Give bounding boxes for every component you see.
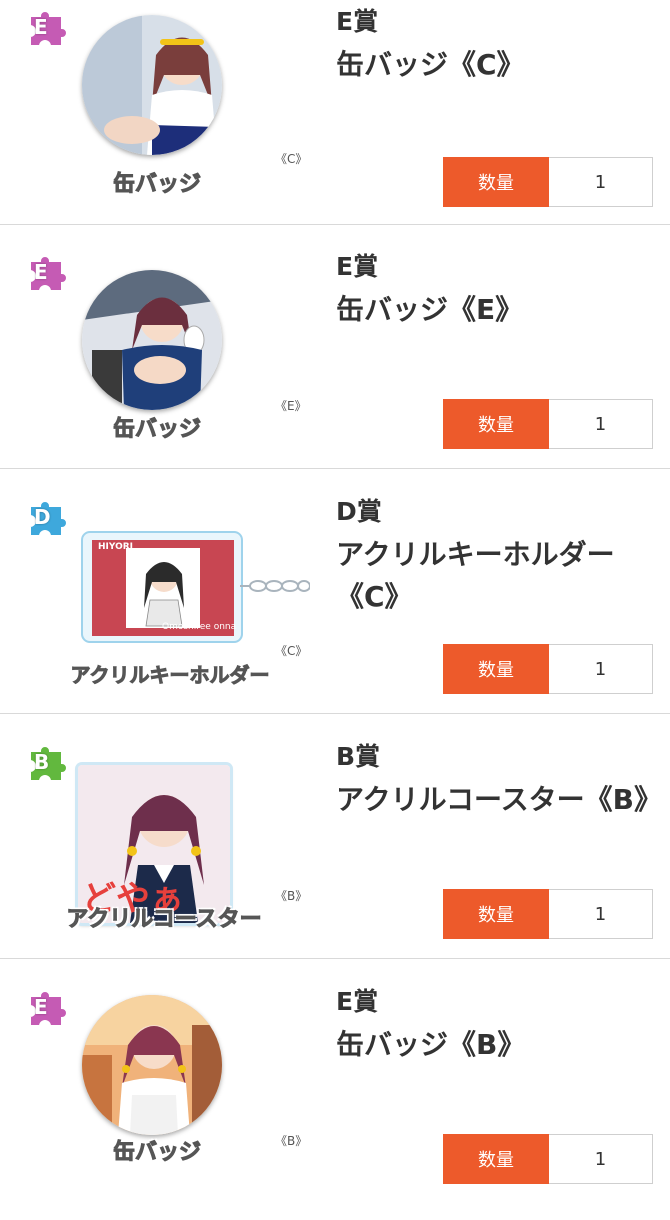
list-item: B どやぁ アクリルコースター 《B》 B賞 アクリルコースター《B》 数量 1 bbox=[0, 715, 670, 959]
rank-letter: E bbox=[34, 15, 48, 39]
product-name: アクリルコースター《B》 bbox=[336, 783, 662, 816]
quantity-label: 数量 bbox=[443, 1134, 549, 1184]
list-item: D HIYORI Omoshiree onna アクリルキーホルダー 《C》 D… bbox=[0, 470, 670, 714]
quantity-label: 数量 bbox=[443, 157, 549, 207]
quantity-input[interactable]: 1 bbox=[549, 1134, 653, 1184]
product-name: 缶バッジ《C》 bbox=[336, 48, 525, 81]
quantity-control: 数量 1 bbox=[443, 889, 653, 939]
rank-badge: E bbox=[24, 6, 70, 52]
quantity-control: 数量 1 bbox=[443, 644, 653, 694]
quantity-input[interactable]: 1 bbox=[549, 889, 653, 939]
variant-code: 《E》 bbox=[275, 399, 307, 413]
quantity-label: 数量 bbox=[443, 399, 549, 449]
quantity-control: 数量 1 bbox=[443, 157, 653, 207]
variant-code: 《C》 bbox=[275, 152, 308, 166]
can-badge-illustration bbox=[82, 15, 222, 155]
product-name: 缶バッジ《B》 bbox=[336, 1028, 526, 1061]
rank-letter: E bbox=[34, 260, 48, 284]
rank-badge: B bbox=[24, 741, 70, 787]
prize-name: E賞 bbox=[336, 252, 379, 281]
quantity-input[interactable]: 1 bbox=[549, 157, 653, 207]
quantity-label: 数量 bbox=[443, 889, 549, 939]
list-item: E 缶バッジ 《E》 E賞 缶バッジ《E》 数量 1 bbox=[0, 225, 670, 469]
product-type-label: アクリルキーホルダー bbox=[70, 663, 270, 688]
product-image[interactable]: HIYORI Omoshiree onna アクリルキーホルダー bbox=[70, 490, 311, 710]
card-title: HIYORI bbox=[98, 542, 134, 552]
product-image[interactable]: 缶バッジ bbox=[70, 0, 300, 220]
variant-code: 《B》 bbox=[275, 889, 308, 903]
prize-name: E賞 bbox=[336, 987, 379, 1016]
prize-name: E賞 bbox=[336, 7, 379, 36]
acrylic-keyholder-illustration: HIYORI Omoshiree onna bbox=[80, 530, 311, 645]
rank-letter: D bbox=[34, 505, 51, 529]
product-type-label: アクリルコースター bbox=[66, 907, 262, 933]
card-caption: Omoshiree onna bbox=[162, 622, 237, 632]
quantity-label: 数量 bbox=[443, 644, 549, 694]
can-badge-illustration bbox=[82, 270, 222, 410]
can-badge-illustration bbox=[82, 995, 222, 1135]
product-type-label: 缶バッジ bbox=[112, 172, 201, 198]
quantity-input[interactable]: 1 bbox=[549, 644, 653, 694]
rank-letter: E bbox=[34, 995, 48, 1019]
prize-list: E 缶バッジ 《C》 E賞 缶バッジ《C》 数量 1 E 缶バッジ 《E》 E賞… bbox=[0, 0, 670, 1200]
prize-name: B賞 bbox=[336, 742, 381, 771]
product-type-label: 缶バッジ bbox=[112, 1140, 201, 1166]
quantity-control: 数量 1 bbox=[443, 1134, 653, 1184]
product-name: 缶バッジ《E》 bbox=[336, 293, 524, 326]
product-image[interactable]: 缶バッジ bbox=[70, 980, 300, 1200]
list-item: E 缶バッジ 《B》 E賞 缶バッジ《B》 数量 1 bbox=[0, 960, 670, 1220]
product-name: アクリルキーホルダー《C》 bbox=[336, 538, 615, 613]
product-image[interactable]: どやぁ アクリルコースター bbox=[66, 735, 300, 955]
rank-badge: E bbox=[24, 251, 70, 297]
product-image[interactable]: 缶バッジ bbox=[70, 245, 300, 465]
rank-badge: D bbox=[24, 496, 70, 542]
quantity-control: 数量 1 bbox=[443, 399, 653, 449]
rank-letter: B bbox=[34, 750, 50, 774]
product-type-label: 缶バッジ bbox=[112, 417, 201, 443]
quantity-input[interactable]: 1 bbox=[549, 399, 653, 449]
rank-badge: E bbox=[24, 986, 70, 1032]
acrylic-coaster-illustration: どやぁ bbox=[78, 765, 230, 923]
prize-name: D賞 bbox=[336, 497, 382, 526]
variant-code: 《C》 bbox=[275, 644, 308, 658]
variant-code: 《B》 bbox=[275, 1134, 308, 1148]
list-item: E 缶バッジ 《C》 E賞 缶バッジ《C》 数量 1 bbox=[0, 0, 670, 225]
